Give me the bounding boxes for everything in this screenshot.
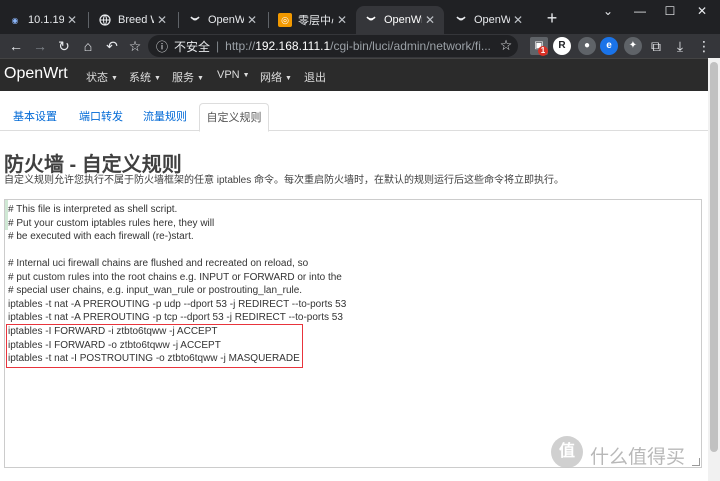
browser-tab-3[interactable]: OpenWrt ✕	[180, 6, 266, 34]
menu-network[interactable]: 网络 ▼	[260, 69, 292, 85]
crop-icon[interactable]: ⧉	[646, 36, 666, 56]
url-host: 192.168.111.1	[255, 39, 331, 53]
tab-custom-rules[interactable]: 自定义规则	[199, 103, 269, 132]
new-tab-button[interactable]: +	[542, 8, 562, 28]
bookmarks-icon[interactable]: ☆	[125, 36, 145, 56]
caret-down-icon: ▼	[154, 74, 161, 82]
openwrt-icon	[188, 13, 202, 27]
openwrt-header: OpenWrt 状态 ▼ 系统 ▼ 服务 ▼ VPN ▼ 网络 ▼ 退出	[0, 58, 720, 91]
page-description: 自定义规则允许您执行不属于防火墙框架的任意 iptables 命令。每次重启防火…	[4, 175, 565, 186]
scrollbar-thumb[interactable]	[710, 62, 718, 452]
openwrt-icon	[364, 13, 378, 27]
code-line: # This file is interpreted as shell scri…	[8, 204, 178, 215]
forward-icon[interactable]: →	[30, 36, 50, 56]
window-close-icon[interactable]: ✕	[682, 0, 720, 26]
router-icon: ◉	[11, 15, 19, 25]
watermark-text: 什么值得买	[590, 447, 686, 468]
circle-extension-icon[interactable]: ●	[578, 37, 596, 55]
tab-label: 零层中心	[298, 15, 334, 27]
extension-badge: 1	[538, 46, 548, 56]
browser-tab-5[interactable]: OpenWrt ✕	[356, 6, 444, 34]
browser-tab-2[interactable]: Breed We ✕	[90, 6, 176, 34]
browser-tab-4[interactable]: ◎ 零层中心 ✕	[270, 6, 356, 34]
menu-logout[interactable]: 退出	[304, 69, 326, 85]
code-line: # Put your custom iptables rules here, t…	[8, 218, 215, 229]
page-scrollbar[interactable]	[708, 58, 720, 481]
tab-label: 10.1.199.	[28, 14, 64, 26]
caret-down-icon: ▼	[197, 74, 204, 82]
menu-system[interactable]: 系统 ▼	[129, 69, 161, 85]
star-icon[interactable]: ☆	[496, 35, 516, 55]
tab-label: Breed We	[118, 14, 154, 26]
code-line: iptables -t nat -A PREROUTING -p udp --d…	[8, 299, 347, 310]
resize-handle[interactable]	[692, 458, 700, 466]
code-line: # Internal uci firewall chains are flush…	[8, 258, 309, 269]
menu-services[interactable]: 服务 ▼	[172, 69, 204, 85]
puzzle-icon[interactable]: ✦	[624, 37, 642, 55]
menu-status[interactable]: 状态 ▼	[86, 69, 118, 85]
code-line: # special user chains, e.g. input_wan_ru…	[8, 285, 303, 296]
menu-icon[interactable]: ⋮	[694, 36, 714, 56]
tab-traffic-rules[interactable]: 流量规则	[136, 103, 194, 131]
download-icon[interactable]: ⤓	[670, 36, 690, 56]
undo-icon[interactable]: ↶	[102, 36, 122, 56]
app-icon: ◎	[278, 13, 292, 27]
url-protocol: http://	[225, 39, 256, 53]
blue-extension-icon[interactable]: e	[600, 37, 618, 55]
menu-vpn[interactable]: VPN ▼	[217, 69, 250, 81]
close-icon[interactable]: ✕	[154, 13, 170, 27]
close-icon[interactable]: ✕	[422, 13, 438, 27]
browser-toolbar: ← → ↻ ⌂ ↶ ☆ ⓘ 不安全 | http:// 192.168.111.…	[0, 34, 720, 58]
browser-tab-strip: ◉ 10.1.199. ✕ Breed We ✕ OpenWrt ✕ ◎ 零层中…	[0, 0, 720, 34]
close-icon[interactable]: ✕	[64, 13, 80, 27]
tab-label: OpenWrt	[474, 14, 510, 26]
url-path: /cgi-bin/luci/admin/network/fi...	[330, 39, 491, 53]
caret-down-icon: ▼	[285, 74, 292, 82]
code-line: # be executed with each firewall (re-)st…	[8, 231, 194, 242]
watermark-logo: 值	[551, 436, 583, 468]
caret-down-icon: ▼	[242, 71, 250, 79]
highlight-box	[6, 324, 303, 368]
tab-port-forwards[interactable]: 端口转发	[72, 103, 130, 131]
close-icon[interactable]: ✕	[334, 13, 350, 27]
brand-logo[interactable]: OpenWrt	[4, 65, 68, 83]
code-line: iptables -t nat -A PREROUTING -p tcp --d…	[8, 312, 343, 323]
custom-rules-textarea[interactable]: # This file is interpreted as shell scri…	[4, 199, 702, 468]
browser-tab-6[interactable]: OpenWrt ✕	[446, 6, 532, 34]
code-line: # put custom rules into the root chains …	[8, 272, 342, 283]
browser-tab-1[interactable]: ◉ 10.1.199. ✕	[0, 6, 86, 34]
tab-general-settings[interactable]: 基本设置	[6, 103, 64, 131]
caret-down-icon: ▼	[111, 74, 118, 82]
security-label: 不安全	[174, 39, 211, 54]
close-icon[interactable]: ✕	[510, 13, 526, 27]
reload-icon[interactable]: ↻	[54, 36, 74, 56]
tab-label: OpenWrt	[384, 14, 422, 26]
back-icon[interactable]: ←	[6, 36, 26, 56]
address-bar[interactable]: ⓘ 不安全 | http:// 192.168.111.1 /cgi-bin/l…	[148, 35, 518, 57]
close-icon[interactable]: ✕	[244, 13, 260, 27]
openwrt-icon	[454, 13, 468, 27]
r-extension-icon[interactable]: R	[553, 37, 571, 55]
tab-label: OpenWrt	[208, 14, 244, 26]
firewall-tabs: 基本设置 端口转发 流量规则 自定义规则	[0, 103, 720, 132]
info-icon[interactable]: ⓘ	[156, 38, 168, 55]
globe-icon	[98, 13, 112, 27]
home-icon[interactable]: ⌂	[78, 36, 98, 56]
